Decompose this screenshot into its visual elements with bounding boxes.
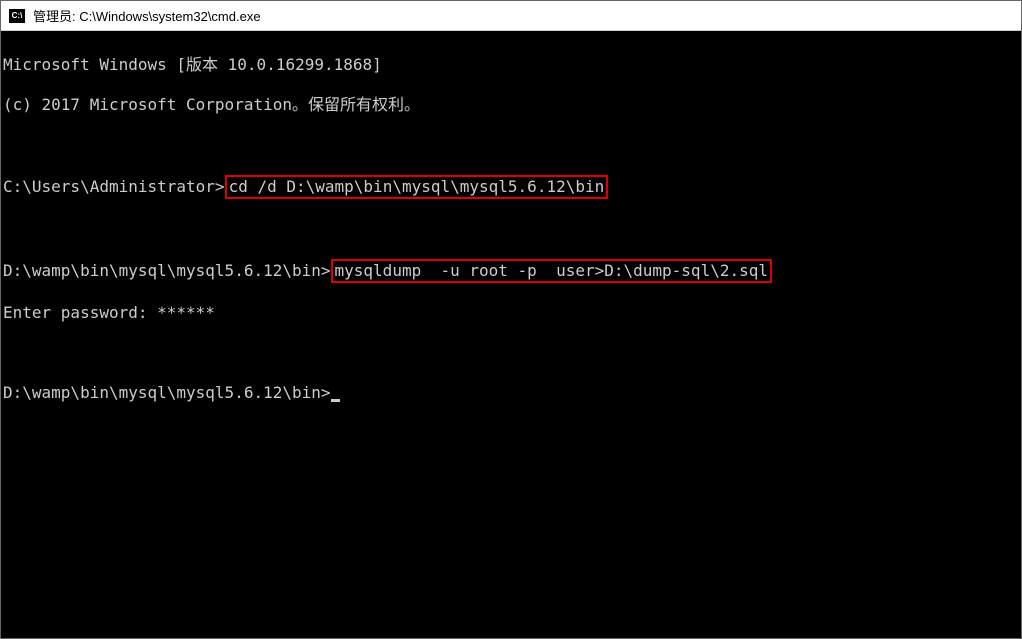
terminal-line: Microsoft Windows [版本 10.0.16299.1868] [3, 55, 1019, 75]
highlighted-command: cd /d D:\wamp\bin\mysql\mysql5.6.12\bin [225, 175, 609, 199]
highlighted-command: mysqldump -u root -p user>D:\dump-sql\2.… [331, 259, 772, 283]
terminal-line: C:\Users\Administrator>cd /d D:\wamp\bin… [3, 175, 1019, 199]
terminal-blank-line [3, 135, 1019, 155]
terminal-blank-line [3, 343, 1019, 363]
terminal-pane[interactable]: Microsoft Windows [版本 10.0.16299.1868] (… [1, 31, 1021, 638]
prompt-text: D:\wamp\bin\mysql\mysql5.6.12\bin> [3, 383, 331, 402]
password-prompt-label: Enter password: [3, 303, 157, 322]
terminal-line: Enter password: ****** [3, 303, 1019, 323]
terminal-line: D:\wamp\bin\mysql\mysql5.6.12\bin>mysqld… [3, 259, 1019, 283]
cmd-icon: C:\ [9, 9, 25, 23]
title-bar[interactable]: C:\ 管理员: C:\Windows\system32\cmd.exe [1, 1, 1021, 31]
prompt-text: D:\wamp\bin\mysql\mysql5.6.12\bin> [3, 261, 331, 280]
password-mask: ****** [157, 303, 215, 322]
terminal-blank-line [3, 219, 1019, 239]
terminal-line: (c) 2017 Microsoft Corporation。保留所有权利。 [3, 95, 1019, 115]
window-title: 管理员: C:\Windows\system32\cmd.exe [33, 6, 261, 25]
terminal-line: D:\wamp\bin\mysql\mysql5.6.12\bin> [3, 383, 1019, 403]
prompt-text: C:\Users\Administrator> [3, 177, 225, 196]
cursor [331, 399, 340, 402]
